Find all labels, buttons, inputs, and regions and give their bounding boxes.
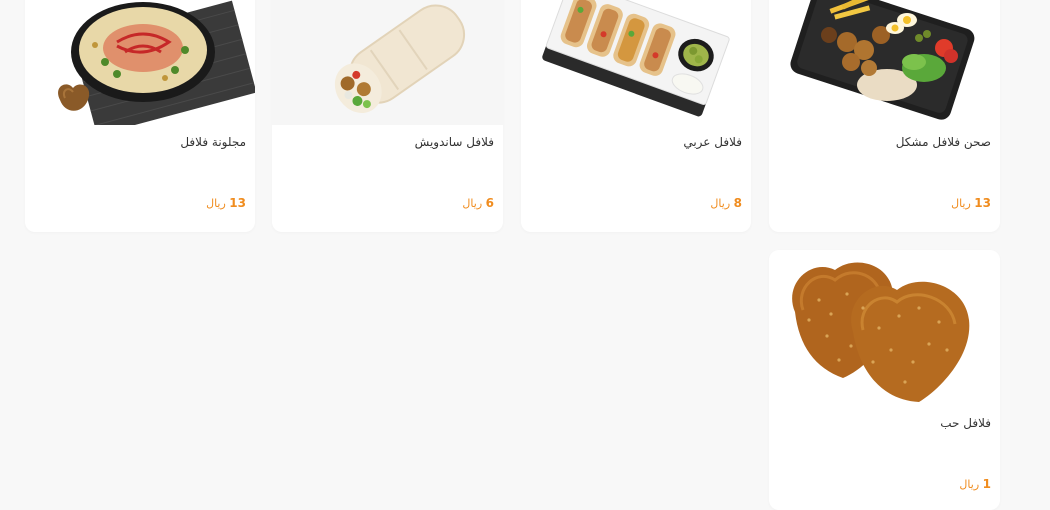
price-currency: ريال [710,197,731,210]
falafel-bowl-image [25,0,255,125]
product-price: 13 ريال [951,196,991,210]
price-amount: 13 [974,196,991,210]
product-price: 1 ريال [959,477,991,491]
price-currency: ريال [462,197,483,210]
price-amount: 13 [229,196,246,210]
product-name: صحن فلافل مشكل [895,135,991,149]
product-name: مجلونة فلافل [180,135,246,149]
product-card-falafel-sandwich[interactable]: فلافل ساندويش 6 ريال [272,0,503,232]
product-card-falafel-pieces[interactable]: فلافل حب 1 ريال [769,250,1000,510]
product-card-falafel-bowl[interactable]: مجلونة فلافل 13 ريال [25,0,255,232]
product-name: فلافل عربي [683,135,742,149]
price-amount: 1 [982,477,991,491]
product-card-arabic-falafel[interactable]: فلافل عربي 8 ريال [521,0,751,232]
price-currency: ريال [951,197,971,210]
price-currency: ريال [959,478,980,491]
falafel-platter-image [769,0,1000,125]
product-price: 8 ريال [710,196,742,210]
price-currency: ريال [206,197,226,210]
price-amount: 6 [485,196,494,210]
product-name: فلافل ساندويش [414,135,494,149]
product-name: فلافل حب [940,416,991,430]
product-card-falafel-platter[interactable]: صحن فلافل مشكل 13 ريال [769,0,1000,232]
product-price: 6 ريال [462,196,494,210]
falafel-wrap-image [272,0,503,125]
falafel-pieces-image [769,250,1000,410]
arabic-falafel-box-image [521,0,751,125]
price-amount: 8 [733,196,742,210]
product-price: 13 ريال [206,196,246,210]
